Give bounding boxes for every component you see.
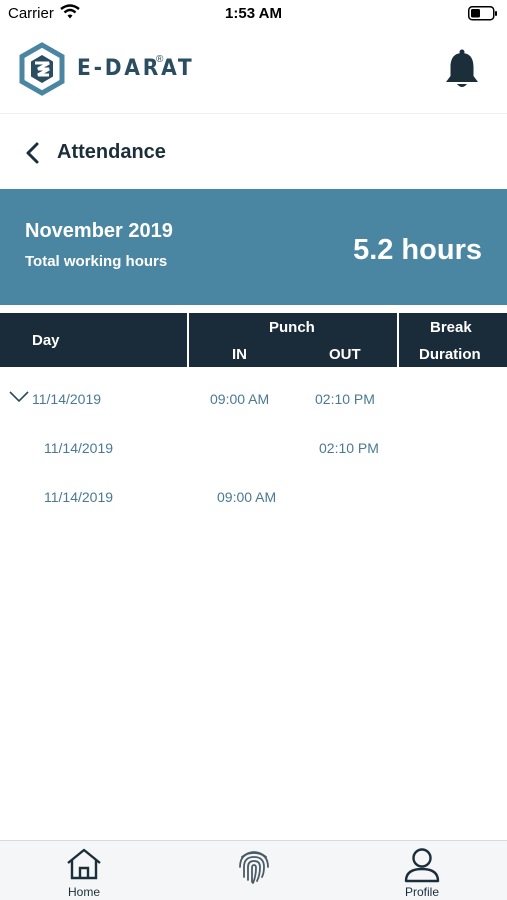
row-out: 02:10 PM: [319, 440, 379, 456]
attendance-row[interactable]: 11/14/2019 02:10 PM: [0, 416, 507, 465]
tab-home[interactable]: Home: [44, 841, 124, 900]
nav-row: Attendance: [0, 115, 507, 189]
row-in: 09:00 AM: [217, 489, 277, 505]
bell-icon: [446, 49, 478, 87]
summary-hours: 5.2 hours: [353, 234, 482, 266]
column-divider: [397, 313, 399, 367]
header-duration: Duration: [419, 346, 481, 363]
column-divider: [187, 313, 189, 367]
summary-month: November 2019: [25, 220, 173, 242]
row-in: 09:00 AM: [210, 391, 270, 407]
tab-profile[interactable]: Profile: [382, 841, 462, 900]
registered-mark: ®: [156, 54, 164, 65]
page-title: Attendance: [57, 141, 166, 163]
header-in: IN: [232, 346, 247, 363]
brand-name: E-DARAT: [77, 56, 195, 81]
tab-bar: Home Profile: [0, 840, 507, 900]
tab-profile-label: Profile: [404, 885, 439, 899]
row-out: 02:10 PM: [315, 391, 375, 407]
row-day: 11/14/2019: [32, 391, 102, 407]
chevron-left-icon: [26, 142, 39, 164]
header-punch: Punch: [269, 319, 315, 336]
back-button[interactable]: [22, 141, 44, 165]
header-break: Break: [430, 319, 472, 336]
table-header: Day Punch IN OUT Break Duration: [0, 313, 507, 367]
logo-mark-icon: [19, 42, 65, 96]
profile-icon: [404, 848, 440, 883]
home-icon: [67, 848, 101, 880]
status-bar: Carrier 1:53 AM: [0, 0, 507, 28]
row-day: 11/14/2019: [44, 440, 114, 456]
chevron-down-icon: [9, 391, 29, 403]
status-time: 1:53 AM: [225, 5, 282, 22]
fingerprint-icon: [239, 851, 269, 884]
summary-label: Total working hours: [25, 253, 168, 270]
attendance-row[interactable]: 11/14/2019 09:00 AM: [0, 465, 507, 514]
summary-banner: November 2019 Total working hours 5.2 ho…: [0, 189, 507, 305]
header-out: OUT: [329, 346, 361, 363]
tab-home-label: Home: [67, 885, 100, 899]
tab-attendance[interactable]: [214, 841, 294, 900]
notifications-button[interactable]: [443, 48, 481, 90]
battery-icon: [468, 6, 497, 21]
header-day: Day: [32, 332, 60, 349]
attendance-row[interactable]: 11/14/2019 09:00 AM 02:10 PM: [0, 367, 507, 416]
row-day: 11/14/2019: [44, 489, 114, 505]
app-header: E-DARAT ®: [0, 28, 507, 114]
